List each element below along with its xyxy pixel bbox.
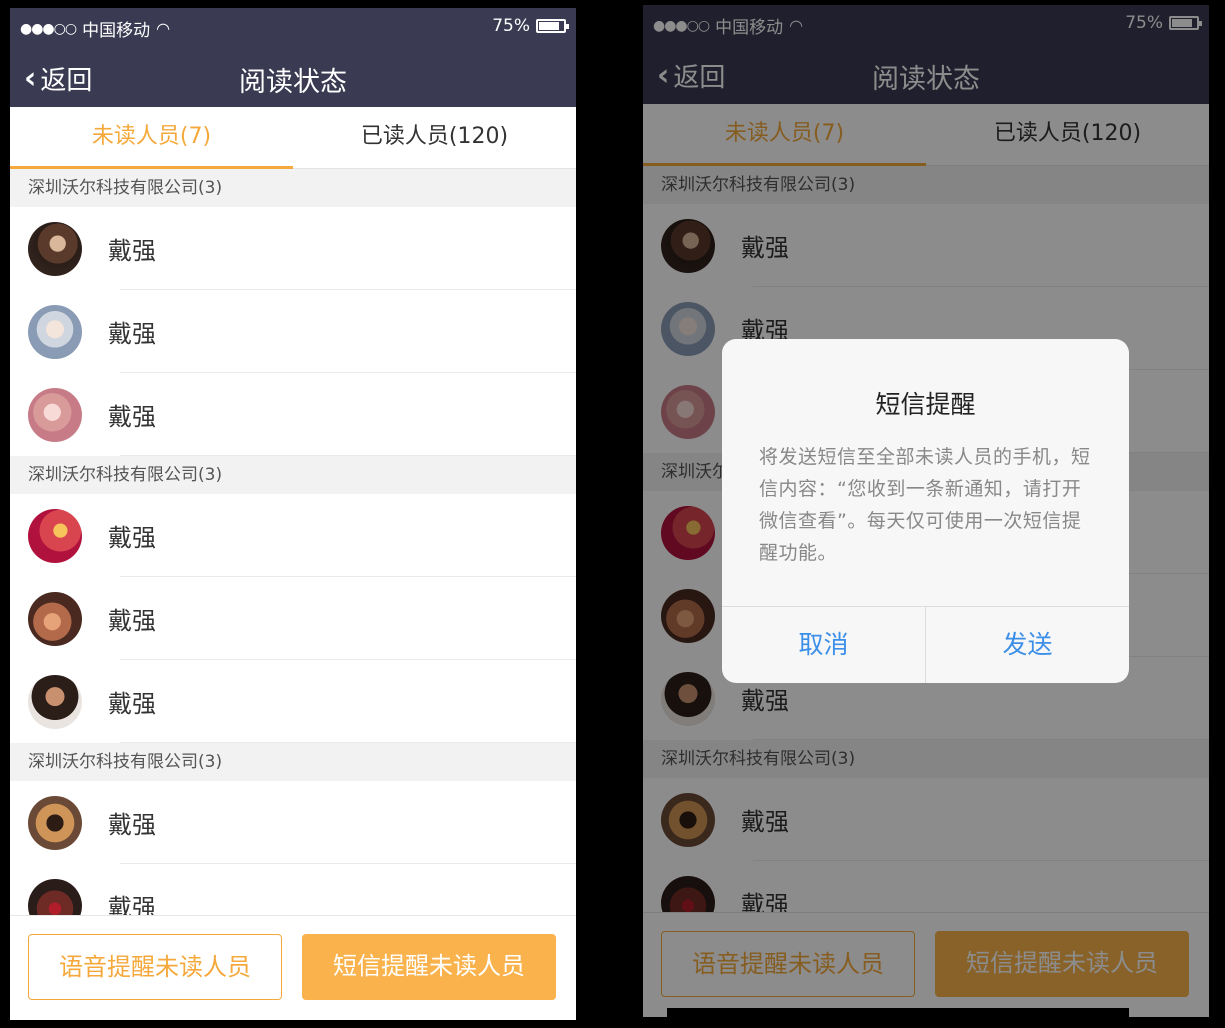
avatar <box>28 304 82 359</box>
tab-read[interactable]: 已读人员(120) <box>293 107 576 168</box>
home-indicator <box>667 1008 1129 1017</box>
list-item[interactable]: 戴强 <box>10 207 576 290</box>
list-item[interactable]: 戴强 <box>10 577 576 660</box>
battery-icon <box>536 19 569 33</box>
member-name: 戴强 <box>108 690 156 718</box>
list-item[interactable]: 戴强 <box>10 373 576 456</box>
nav-bar: ‹ 返回 阅读状态 <box>10 46 576 107</box>
dialog-message: 将发送短信至全部未读人员的手机，短信内容：“您收到一条新通知，请打开微信查看”。… <box>759 446 1091 564</box>
tab-bar: 未读人员(7) 已读人员(120) <box>10 107 576 169</box>
battery-percent: 75% <box>492 16 530 36</box>
list-item[interactable]: 戴强 <box>10 494 576 577</box>
member-name: 戴强 <box>108 320 156 348</box>
bottom-action-bar: 语音提醒未读人员 短信提醒未读人员 <box>10 915 576 1020</box>
group-header: 深圳沃尔科技有限公司(3) <box>10 456 576 494</box>
list-item[interactable]: 戴强 <box>10 660 576 743</box>
group-header: 深圳沃尔科技有限公司(3) <box>10 743 576 781</box>
member-name: 戴强 <box>108 811 156 839</box>
wifi-icon: ◠ <box>156 19 171 38</box>
member-list[interactable]: 深圳沃尔科技有限公司(3) 戴强 戴强 戴强 深圳沃尔科技有限公司(3) 戴强 … <box>10 169 576 915</box>
member-name: 戴强 <box>108 524 156 552</box>
list-item[interactable]: 戴强 <box>10 290 576 373</box>
sms-reminder-dialog: 短信提醒 将发送短信至全部未读人员的手机，短信内容：“您收到一条新通知，请打开微… <box>722 339 1129 683</box>
list-item[interactable]: 戴强 <box>10 864 576 915</box>
avatar <box>28 591 82 646</box>
canvas: ●●●○○ 中国移动 ◠ 75% ‹ 返回 阅读状态 未读人员(7) 已读人员(… <box>0 0 1225 1028</box>
dialog-actions: 取消 发送 <box>722 606 1129 683</box>
tab-unread[interactable]: 未读人员(7) <box>10 107 293 169</box>
group-header: 深圳沃尔科技有限公司(3) <box>10 169 576 207</box>
list-item[interactable]: 戴强 <box>10 781 576 864</box>
member-name: 戴强 <box>108 894 156 915</box>
avatar <box>28 221 82 276</box>
page-title: 阅读状态 <box>239 67 347 98</box>
status-bar: ●●●○○ 中国移动 ◠ 75% <box>10 8 576 46</box>
sms-reminder-button[interactable]: 短信提醒未读人员 <box>302 934 556 1000</box>
member-name: 戴强 <box>108 607 156 635</box>
phone-screen-right: ●●●○○ 中国移动 ◠ 75% ‹ 返回 阅读状态 未读人员(7) 已读人员(… <box>643 5 1209 1017</box>
avatar <box>28 878 82 915</box>
cancel-button[interactable]: 取消 <box>722 607 925 683</box>
signal-icon: ●●●○○ <box>20 20 77 37</box>
avatar <box>28 387 82 442</box>
avatar <box>28 674 82 729</box>
member-name: 戴强 <box>108 237 156 265</box>
voice-reminder-button[interactable]: 语音提醒未读人员 <box>28 934 282 1000</box>
send-button[interactable]: 发送 <box>925 607 1129 683</box>
avatar <box>28 795 82 850</box>
avatar <box>28 508 82 563</box>
member-name: 戴强 <box>108 403 156 431</box>
dialog-title: 短信提醒 <box>875 390 976 419</box>
carrier-label: 中国移动 <box>82 21 151 41</box>
phone-screen-left: ●●●○○ 中国移动 ◠ 75% ‹ 返回 阅读状态 未读人员(7) 已读人员(… <box>10 8 576 1020</box>
